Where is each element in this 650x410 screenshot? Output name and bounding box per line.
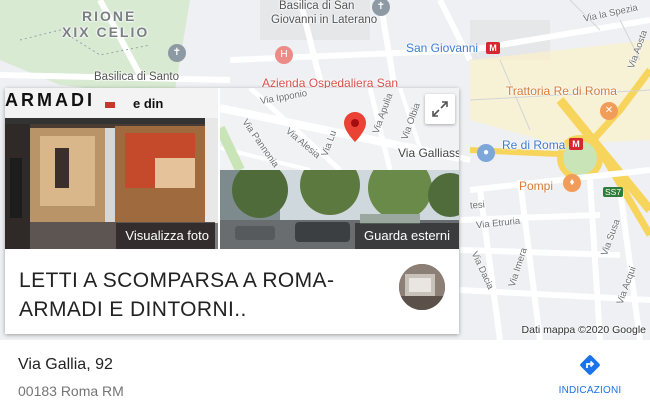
district-label-celio: XIX CELIO <box>62 24 150 40</box>
district-label-rione: RIONE <box>82 8 137 24</box>
address-city: 00183 Roma RM <box>18 383 124 399</box>
poi-pompi[interactable]: Pompi <box>519 179 553 193</box>
metro-icon[interactable]: M <box>486 42 500 54</box>
location-pin-icon[interactable] <box>344 112 366 142</box>
mini-street-gallia: Via Gallia <box>398 146 450 160</box>
business-avatar[interactable] <box>399 264 445 310</box>
church-icon[interactable]: ✝ <box>168 44 186 62</box>
poi-basilica-laterano-line1[interactable]: Basilica di San <box>279 0 354 12</box>
mini-map[interactable]: Via Ipponio Via Apulia Via Olbia Via Ale… <box>220 88 459 170</box>
hospital-icon[interactable]: H <box>275 46 293 64</box>
metro-icon[interactable]: M <box>569 138 583 150</box>
restaurant-icon[interactable]: ✕ <box>600 102 618 120</box>
place-panel: RIONE XIX CELIO ✝ Basilica di San Giovan… <box>0 0 650 410</box>
directions-button[interactable]: INDICAZIONI <box>550 354 630 404</box>
ice-cream-icon[interactable]: ♦ <box>563 174 581 192</box>
poi-basilica-laterano-line2[interactable]: Giovanni in Laterano <box>271 14 377 26</box>
route-shield-ss7: SS7 <box>603 187 624 197</box>
expand-map-button[interactable] <box>425 94 455 124</box>
street-via-tesi: tesi <box>469 199 486 212</box>
poi-trattoria[interactable]: Trattoria Re di Roma <box>506 84 617 98</box>
store-sign-suffix: e din <box>133 96 164 111</box>
directions-icon <box>580 355 600 375</box>
directions-label[interactable]: INDICAZIONI <box>550 385 630 396</box>
street-view-photo[interactable]: Guarda esterni <box>220 170 459 249</box>
place-pin-icon[interactable]: ● <box>477 144 495 162</box>
street-view-caption[interactable]: Guarda esterni <box>355 223 459 249</box>
map-attribution[interactable]: Dati mappa ©2020 Google <box>522 324 646 336</box>
store-sign-text: ARMADI <box>5 90 95 110</box>
business-title[interactable]: LETTI A SCOMPARSA A ROMA-ARMADI E DINTOR… <box>19 266 389 324</box>
mini-street-tail: ssi <box>449 146 459 160</box>
poi-san-giovanni[interactable]: San Giovanni <box>406 41 478 55</box>
storefront-photo[interactable]: ARMADI e din Visualizza foto <box>5 88 218 249</box>
address-bar: Via Gallia, 92 00183 Roma RM INDICAZIONI <box>0 340 650 410</box>
avatar-image <box>399 264 445 310</box>
poi-re-di-roma[interactable]: Re di Roma <box>502 138 565 152</box>
place-card: ARMADI e din Visualizza foto Via Ipponio… <box>5 88 459 334</box>
expand-icon <box>432 101 448 117</box>
address-street[interactable]: Via Gallia, 92 <box>18 356 113 374</box>
poi-basilica-santo[interactable]: Basilica di Santo <box>94 71 179 83</box>
view-photos-caption[interactable]: Visualizza foto <box>116 223 218 249</box>
